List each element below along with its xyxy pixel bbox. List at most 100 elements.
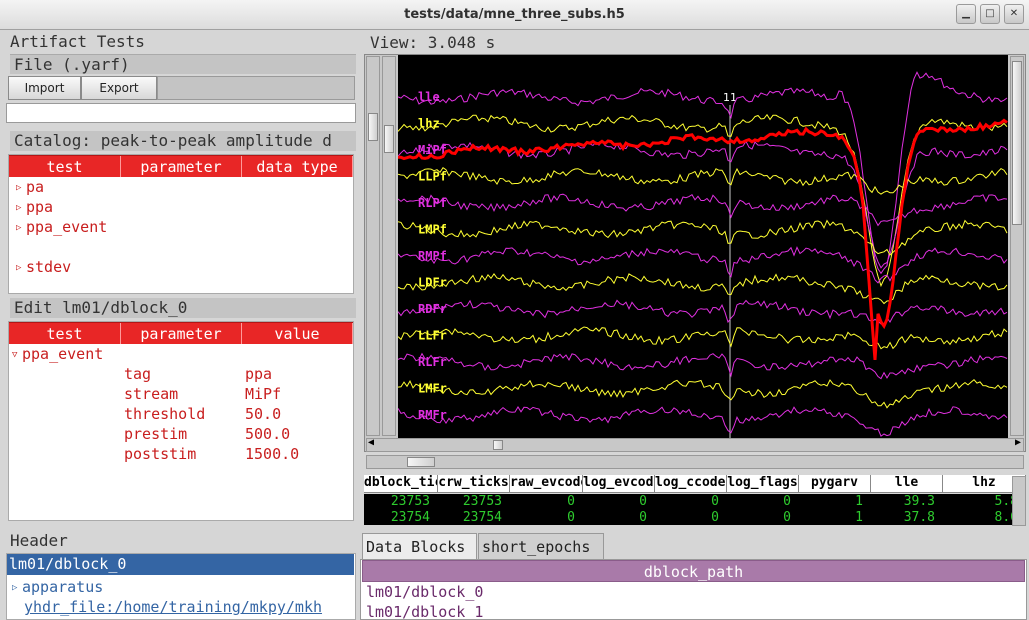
table-vertical-scrollbar[interactable]: [1012, 476, 1026, 526]
channel-label[interactable]: RMFr: [418, 408, 447, 422]
channel-trace: [398, 379, 1008, 409]
expand-triangle-icon[interactable]: ▷: [16, 203, 26, 213]
eeg-plot[interactable]: 11 lle lhz MiPf LLPf RLPf LMPf RMPf LDFr RDFr LLFr…: [398, 55, 1008, 438]
time-scroll-slider[interactable]: [366, 455, 1024, 469]
col-header[interactable]: pygarv: [799, 475, 871, 492]
collapse-triangle-icon[interactable]: ▽: [12, 350, 22, 360]
import-button[interactable]: Import: [8, 76, 81, 100]
channel-trace: [398, 406, 1008, 437]
channel-label[interactable]: LLPf: [418, 170, 447, 184]
plot-vertical-scrollbar[interactable]: [1010, 56, 1024, 436]
catalog-col-test[interactable]: test: [9, 156, 121, 177]
channel-trace: [398, 140, 1008, 269]
slider-handle[interactable]: [368, 113, 378, 141]
header-title: Header: [10, 531, 68, 550]
file-section-label: File (.yarf): [10, 54, 356, 74]
param-key: poststim: [124, 445, 197, 463]
catalog-col-datatype[interactable]: data type: [242, 156, 353, 177]
list-item[interactable]: lm01/dblock_0: [366, 583, 483, 601]
vertical-scale-slider[interactable]: [366, 56, 380, 436]
col-header[interactable]: crw_ticks: [438, 475, 510, 492]
channel-label[interactable]: lhz: [418, 117, 440, 131]
dblock-column-header[interactable]: dblock_path: [362, 560, 1025, 582]
channel-label[interactable]: LDFr: [418, 276, 447, 290]
param-value[interactable]: 500.0: [245, 425, 290, 443]
table-cell: 0: [567, 510, 575, 525]
channel-label[interactable]: LMPf: [418, 223, 447, 237]
header-item-apparatus[interactable]: ▷ apparatus: [12, 578, 103, 596]
channel-trace: [398, 352, 1008, 380]
param-key: tag: [124, 365, 152, 383]
table-cell: 39.3: [903, 494, 935, 509]
catalog-item[interactable]: ▷ ppa: [16, 198, 53, 216]
channel-scroll-slider[interactable]: [382, 56, 396, 436]
tab-data-blocks[interactable]: Data Blocks: [362, 533, 477, 560]
expand-triangle-icon[interactable]: ▷: [16, 263, 26, 273]
table-row[interactable]: 23753 23753 0 0 0 0 1 39.3 5.8: [364, 494, 1026, 510]
plot-horizontal-scrollbar[interactable]: ◀ ▶: [366, 437, 1024, 452]
col-header[interactable]: lle: [871, 475, 943, 492]
col-header[interactable]: log_evcodes: [583, 475, 655, 492]
col-header[interactable]: raw_evcodes: [510, 475, 583, 492]
file-path-input[interactable]: [6, 103, 356, 123]
restore-button[interactable]: □: [980, 4, 1000, 24]
catalog-item[interactable]: ▷ ppa_event: [16, 218, 107, 236]
edit-col-parameter[interactable]: parameter: [121, 323, 242, 344]
data-table-header: dblock_ticks crw_ticks raw_evcodes log_e…: [364, 475, 1026, 493]
table-cell: 23754: [390, 510, 430, 525]
close-button[interactable]: ✕: [1004, 4, 1024, 24]
edit-title: Edit lm01/dblock_0: [10, 298, 356, 318]
channel-trace: [398, 273, 1008, 305]
channel-label[interactable]: RMPf: [418, 249, 447, 263]
param-value[interactable]: MiPf: [245, 385, 281, 403]
table-cell: 23753: [462, 494, 502, 509]
table-row[interactable]: 23754 23754 0 0 0 0 1 37.8 8.6: [364, 510, 1026, 525]
selected-channel-trace[interactable]: [398, 118, 1008, 361]
table-cell: 0: [711, 510, 719, 525]
channel-label[interactable]: RLFr: [418, 355, 447, 369]
catalog-item[interactable]: ▷ pa: [16, 178, 44, 196]
param-value[interactable]: ppa: [245, 365, 272, 383]
catalog-item[interactable]: ▷ stdev: [16, 258, 71, 276]
expand-triangle-icon[interactable]: ▷: [16, 183, 26, 193]
header-selected-row[interactable]: lm01/dblock_0: [7, 554, 354, 575]
app-window: tests/data/mne_three_subs.h5 ▁ □ ✕ Artif…: [0, 0, 1029, 620]
param-value[interactable]: 1500.0: [245, 445, 299, 463]
table-cell: 0: [639, 510, 647, 525]
export-button[interactable]: Export: [81, 76, 157, 100]
slider-handle[interactable]: [407, 457, 435, 467]
edit-node-ppa-event[interactable]: ▽ ppa_event: [12, 345, 103, 363]
scrollbar-thumb[interactable]: [493, 440, 503, 450]
channel-label[interactable]: LMFr: [418, 382, 447, 396]
slider-handle[interactable]: [384, 125, 394, 153]
table-cell: 0: [567, 494, 575, 509]
param-value[interactable]: 50.0: [245, 405, 281, 423]
col-header[interactable]: log_flags: [727, 475, 799, 492]
param-key: prestim: [124, 425, 188, 443]
catalog-col-parameter[interactable]: parameter: [121, 156, 242, 177]
edit-col-test[interactable]: test: [9, 323, 121, 344]
scroll-right-arrow-icon[interactable]: ▶: [1015, 437, 1021, 448]
header-item-yhdr[interactable]: yhdr_file:/home/training/mkpy/mkh: [24, 598, 322, 616]
scrollbar-thumb[interactable]: [1012, 61, 1022, 225]
col-header[interactable]: log_ccodes: [655, 475, 727, 492]
title-bar: tests/data/mne_three_subs.h5 ▁ □ ✕: [0, 0, 1029, 30]
table-cell: 0: [639, 494, 647, 509]
channel-trace: [398, 326, 1008, 350]
list-item[interactable]: lm01/dblock_1: [366, 603, 483, 620]
channel-label[interactable]: LLFr: [418, 329, 447, 343]
edit-col-value[interactable]: value: [242, 323, 353, 344]
file-toolbar-spacer: [157, 76, 355, 100]
scroll-left-arrow-icon[interactable]: ◀: [368, 437, 374, 448]
minimize-button[interactable]: ▁: [956, 4, 976, 24]
expand-triangle-icon[interactable]: ▷: [12, 583, 22, 593]
channel-label[interactable]: RDFr: [418, 302, 447, 316]
channel-label[interactable]: lle: [418, 90, 440, 104]
col-header[interactable]: dblock_ticks: [364, 475, 438, 492]
channel-label[interactable]: RLPf: [418, 196, 447, 210]
table-cell: 1: [855, 510, 863, 525]
table-cell: 1: [855, 494, 863, 509]
expand-triangle-icon[interactable]: ▷: [16, 223, 26, 233]
tab-short-epochs[interactable]: short_epochs: [478, 533, 604, 560]
catalog-title: Catalog: peak-to-peak amplitude d: [10, 131, 356, 151]
